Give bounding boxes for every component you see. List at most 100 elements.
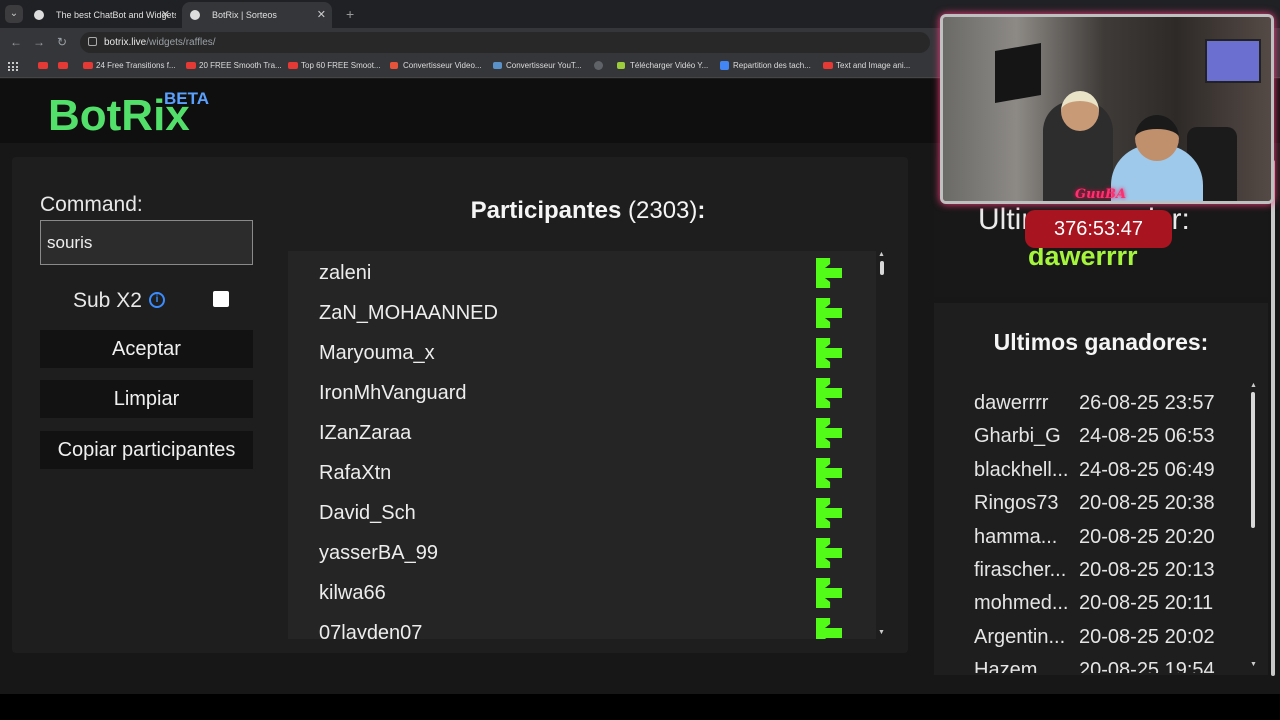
winner-name: Argentin... [974, 625, 1066, 648]
participant-name: yasserBA_99 [319, 542, 438, 564]
winners-list[interactable]: dawerrrr 26-08-25 23:57 Gharbi_G 24-08-25 0… [974, 387, 1244, 673]
winner-row: mohmed... 20-08-25 20:11 [974, 587, 1244, 620]
scroll-thumb[interactable] [1251, 392, 1255, 528]
command-input[interactable] [40, 220, 253, 265]
tab-favicon-icon [34, 10, 44, 20]
close-tab-icon[interactable]: ✕ [317, 8, 326, 21]
scroll-up-icon[interactable]: ▲ [1250, 382, 1257, 389]
kick-icon [816, 458, 842, 488]
winner-date: 20-08-25 20:02 [1079, 625, 1215, 648]
winner-row: firascher... 20-08-25 20:13 [974, 554, 1244, 587]
scroll-down-icon[interactable]: ▼ [1250, 661, 1257, 668]
globe-icon [594, 61, 603, 70]
beta-badge: BETA [164, 89, 210, 108]
bookmark-item[interactable]: Repartition des tach... [720, 61, 811, 70]
tab-botrix-sorteos[interactable]: BotRix | Sorteos ✕ [182, 2, 332, 28]
tab-title: The best ChatBot and Widgets [56, 10, 176, 20]
streamer-head [1135, 115, 1179, 161]
winner-date: 20-08-25 19:54 [1079, 659, 1215, 673]
participant-row: Maryouma_x [288, 333, 876, 373]
participants-list[interactable]: zaleni ZaN_MOHAANNED Maryouma_x IronMhVangu… [288, 251, 876, 639]
bookmark-item[interactable]: Convertisseur Video... [390, 61, 482, 70]
close-tab-icon[interactable]: ✕ [161, 8, 170, 21]
accept-button[interactable]: Aceptar [40, 330, 253, 368]
tab-chatbot[interactable]: The best ChatBot and Widgets ✕ [26, 2, 176, 28]
winner-row: Gharbi_G 24-08-25 06:53 [974, 420, 1244, 453]
clear-button[interactable]: Limpiar [40, 380, 253, 418]
page-scroll-thumb[interactable] [1271, 160, 1275, 676]
bottom-bar [0, 694, 1280, 720]
participant-name: IZanZaraa [319, 422, 412, 444]
youtube-icon [58, 62, 68, 69]
wall-screen [1205, 39, 1261, 83]
site-info-icon[interactable] [88, 37, 97, 46]
participant-name: kilwa66 [319, 582, 386, 604]
participant-name: ZaN_MOHAANNED [319, 302, 498, 324]
winner-name: hamma... [974, 525, 1058, 548]
bookmark-item[interactable]: 24 Free Transitions f... [83, 61, 176, 70]
participant-name: RafaXtn [319, 462, 392, 484]
participant-name: zaleni [319, 262, 372, 284]
winners-scrollbar[interactable]: ▲ ▼ [1250, 382, 1258, 674]
webcam-overlay: GuuBA [940, 14, 1274, 204]
bookmark-item[interactable]: Top 60 FREE Smoot... [288, 61, 381, 70]
sub-x2-checkbox[interactable] [213, 291, 229, 307]
softbox-light [995, 42, 1041, 104]
kick-icon [816, 578, 842, 608]
new-tab-icon[interactable]: + [346, 6, 354, 22]
participant-row: David_Sch [288, 493, 876, 533]
forward-icon[interactable]: → [33, 35, 45, 49]
participants-count: (2303) [628, 197, 698, 224]
apps-grid-icon[interactable] [8, 62, 18, 72]
winner-name: Hazem [974, 659, 1038, 673]
kick-icon [816, 418, 842, 448]
winner-date: 24-08-25 06:49 [1079, 458, 1215, 481]
scroll-down-icon[interactable]: ▼ [878, 629, 885, 636]
bookmark-item[interactable]: Text and Image ani... [823, 61, 910, 70]
z-icon [390, 62, 398, 69]
winners-title: Ultimos ganadores: [993, 329, 1209, 355]
participant-name: 07layden07 [319, 622, 423, 639]
command-label: Command: [40, 193, 143, 216]
winner-row: Argentin... 20-08-25 20:02 [974, 621, 1244, 654]
bookmark-item[interactable]: 20 FREE Smooth Tra... [186, 61, 282, 70]
tab-search-button[interactable]: ⌄ [5, 5, 23, 23]
back-icon[interactable]: ← [10, 35, 22, 49]
kick-icon [816, 538, 842, 568]
scroll-up-icon[interactable]: ▲ [878, 251, 885, 258]
winner-row: Hazem 20-08-25 19:54 [974, 654, 1244, 673]
info-icon[interactable]: i [149, 292, 165, 308]
docs-icon [720, 61, 729, 70]
streamer-head [1061, 91, 1099, 131]
participants-scrollbar[interactable]: ▲ ▼ [878, 251, 886, 639]
participant-row: kilwa66 [288, 573, 876, 613]
winner-row: hamma... 20-08-25 20:20 [974, 521, 1244, 554]
copy-participants-button[interactable]: Copiar participantes [40, 431, 253, 469]
participant-row: IZanZaraa [288, 413, 876, 453]
kick-icon [816, 258, 842, 288]
scroll-thumb[interactable] [880, 261, 884, 275]
page-scrollbar[interactable] [1270, 160, 1276, 680]
winner-date: 24-08-25 06:53 [1079, 425, 1215, 448]
kick-icon [816, 338, 842, 368]
participant-row: IronMhVanguard [288, 373, 876, 413]
participant-name: David_Sch [319, 502, 416, 524]
reload-icon[interactable]: ↻ [57, 35, 67, 49]
participant-row: zaleni [288, 253, 876, 293]
url-field[interactable]: botrix.live/widgets/raffles/ [80, 32, 930, 53]
winner-row: blackhell... 24-08-25 06:49 [974, 454, 1244, 487]
winner-name: blackhell... [974, 458, 1069, 481]
converter-icon [493, 62, 502, 69]
winners-panel: Ultimos ganadores: dawerrrr 26-08-25 23:5… [934, 303, 1268, 675]
youtube-icon [83, 62, 93, 69]
neon-sign: GuuBA [1075, 187, 1127, 202]
winner-row: Ringos73 20-08-25 20:38 [974, 487, 1244, 520]
youtube-icon [186, 62, 196, 69]
bookmark-item[interactable]: Convertisseur YouT... [493, 61, 582, 70]
participants-title: Participantes (2303): [470, 197, 706, 224]
bookmark-item[interactable]: Télécharger Vidéo Y... [617, 61, 708, 70]
kick-icon [816, 618, 842, 639]
youtube-icon [288, 62, 298, 69]
winner-date: 26-08-25 23:57 [1079, 392, 1215, 414]
kick-icon [816, 498, 842, 528]
